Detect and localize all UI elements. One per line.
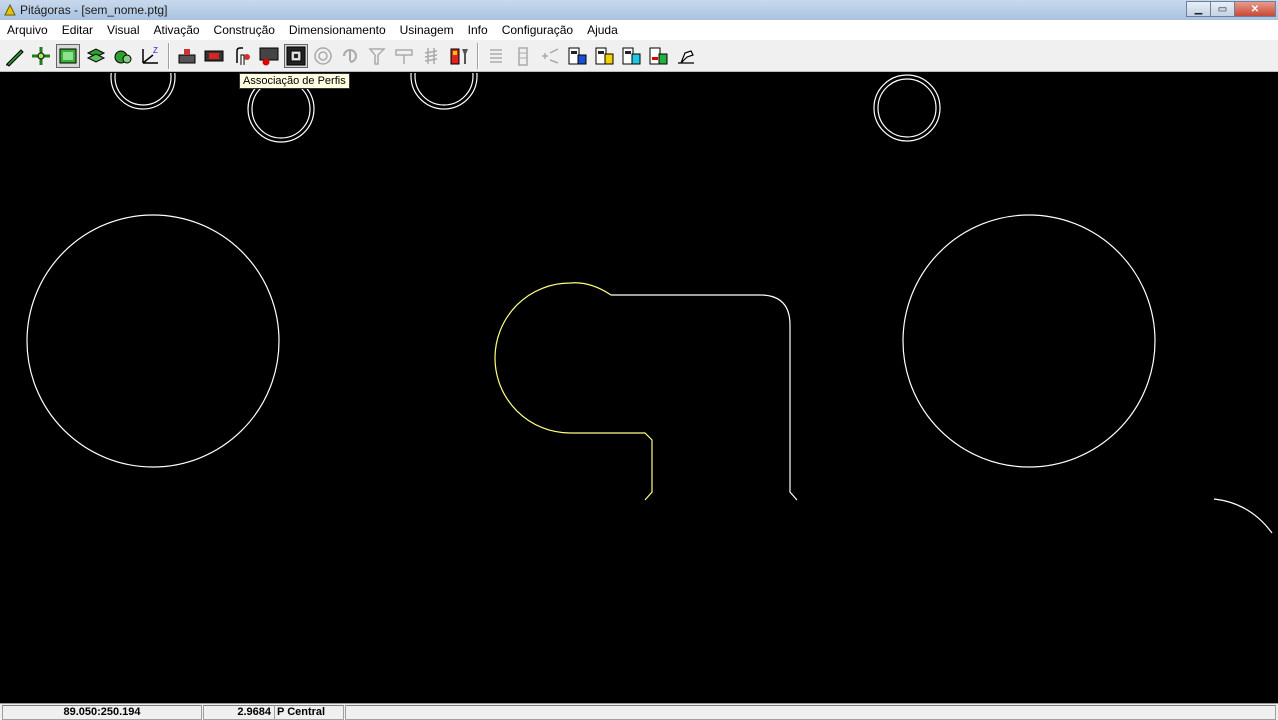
- profile-association-icon[interactable]: [230, 44, 254, 68]
- hand-machine-icon[interactable]: [674, 44, 698, 68]
- machine-green-icon[interactable]: [646, 44, 670, 68]
- app-logo-icon: [4, 3, 16, 16]
- status-empty: [345, 705, 1276, 720]
- list-icon[interactable]: [484, 44, 508, 68]
- small-circle: [410, 42, 478, 110]
- small-circle-inner: [114, 48, 172, 106]
- small-circle-inner: [414, 46, 474, 106]
- frame-icon[interactable]: [284, 44, 308, 68]
- large-circle-left: [26, 214, 280, 468]
- menu-visual[interactable]: Visual: [100, 23, 146, 37]
- toolbar-separator: [168, 43, 170, 69]
- status-value: 2.9684: [203, 705, 275, 720]
- window-title: Pitágoras - [sem_nome.ptg]: [20, 3, 168, 17]
- tool-color-icon[interactable]: [447, 44, 471, 68]
- pencil-icon[interactable]: [3, 44, 27, 68]
- layer-active-icon[interactable]: [56, 44, 80, 68]
- small-circle-inner: [877, 78, 937, 138]
- machine-icon[interactable]: [565, 44, 589, 68]
- bridge-icon[interactable]: [392, 44, 416, 68]
- cad-geometry: [26, 42, 1273, 534]
- gear-group-icon[interactable]: [111, 44, 135, 68]
- monitor-point-icon[interactable]: [257, 44, 281, 68]
- rotate-icon[interactable]: [338, 44, 362, 68]
- axes-z-label: Z: [153, 46, 158, 55]
- status-bar: 89.050:250.194 2.9684 P Central: [0, 703, 1278, 720]
- drawing-canvas[interactable]: [0, 42, 1278, 703]
- toolbar-separator: [477, 43, 479, 69]
- target-icon[interactable]: [311, 44, 335, 68]
- profile-icon[interactable]: [202, 44, 226, 68]
- menu-ativacao[interactable]: Ativação: [147, 23, 207, 37]
- menu-construcao[interactable]: Construção: [207, 23, 282, 37]
- status-coords: 89.050:250.194: [2, 705, 202, 720]
- large-circle-right: [902, 214, 1156, 468]
- axes-icon[interactable]: Z: [138, 44, 162, 68]
- menu-configuracao[interactable]: Configuração: [495, 23, 580, 37]
- sequence-icon[interactable]: [511, 44, 535, 68]
- layers-icon[interactable]: [84, 44, 108, 68]
- thread-icon[interactable]: [420, 44, 444, 68]
- menu-bar: Arquivo Editar Visual Ativação Construçã…: [0, 20, 1278, 40]
- small-circle: [110, 44, 176, 110]
- profile-path-white: [611, 294, 798, 501]
- tool-holder-icon[interactable]: [175, 44, 199, 68]
- menu-dimensionamento[interactable]: Dimensionamento: [282, 23, 393, 37]
- maximize-button[interactable]: ▭: [1210, 1, 1235, 17]
- close-button[interactable]: ✕: [1234, 1, 1276, 17]
- app-window: Pitágoras - [sem_nome.ptg] ▁ ▭ ✕ Arquivo…: [0, 0, 1278, 720]
- edge-arc: [1213, 498, 1273, 534]
- window-controls: ▁ ▭ ✕: [1186, 1, 1276, 17]
- title-bar[interactable]: Pitágoras - [sem_nome.ptg] ▁ ▭ ✕: [0, 0, 1278, 20]
- status-mode: P Central: [274, 705, 344, 720]
- minimize-button[interactable]: ▁: [1186, 1, 1211, 17]
- tooltip: Associação de Perfis: [239, 73, 350, 89]
- machine-cyan-icon[interactable]: [619, 44, 643, 68]
- menu-editar[interactable]: Editar: [55, 23, 100, 37]
- menu-ajuda[interactable]: Ajuda: [580, 23, 625, 37]
- profile-path-yellow: [494, 282, 653, 501]
- move-icon[interactable]: [29, 44, 53, 68]
- machine-yellow-icon[interactable]: [592, 44, 616, 68]
- small-circle: [873, 74, 941, 142]
- menu-arquivo[interactable]: Arquivo: [0, 23, 55, 37]
- g1-g0-icon[interactable]: [538, 44, 562, 68]
- menu-info[interactable]: Info: [461, 23, 495, 37]
- tool-icon[interactable]: [365, 44, 389, 68]
- menu-usinagem[interactable]: Usinagem: [393, 23, 461, 37]
- toolbar: Z: [0, 40, 1278, 72]
